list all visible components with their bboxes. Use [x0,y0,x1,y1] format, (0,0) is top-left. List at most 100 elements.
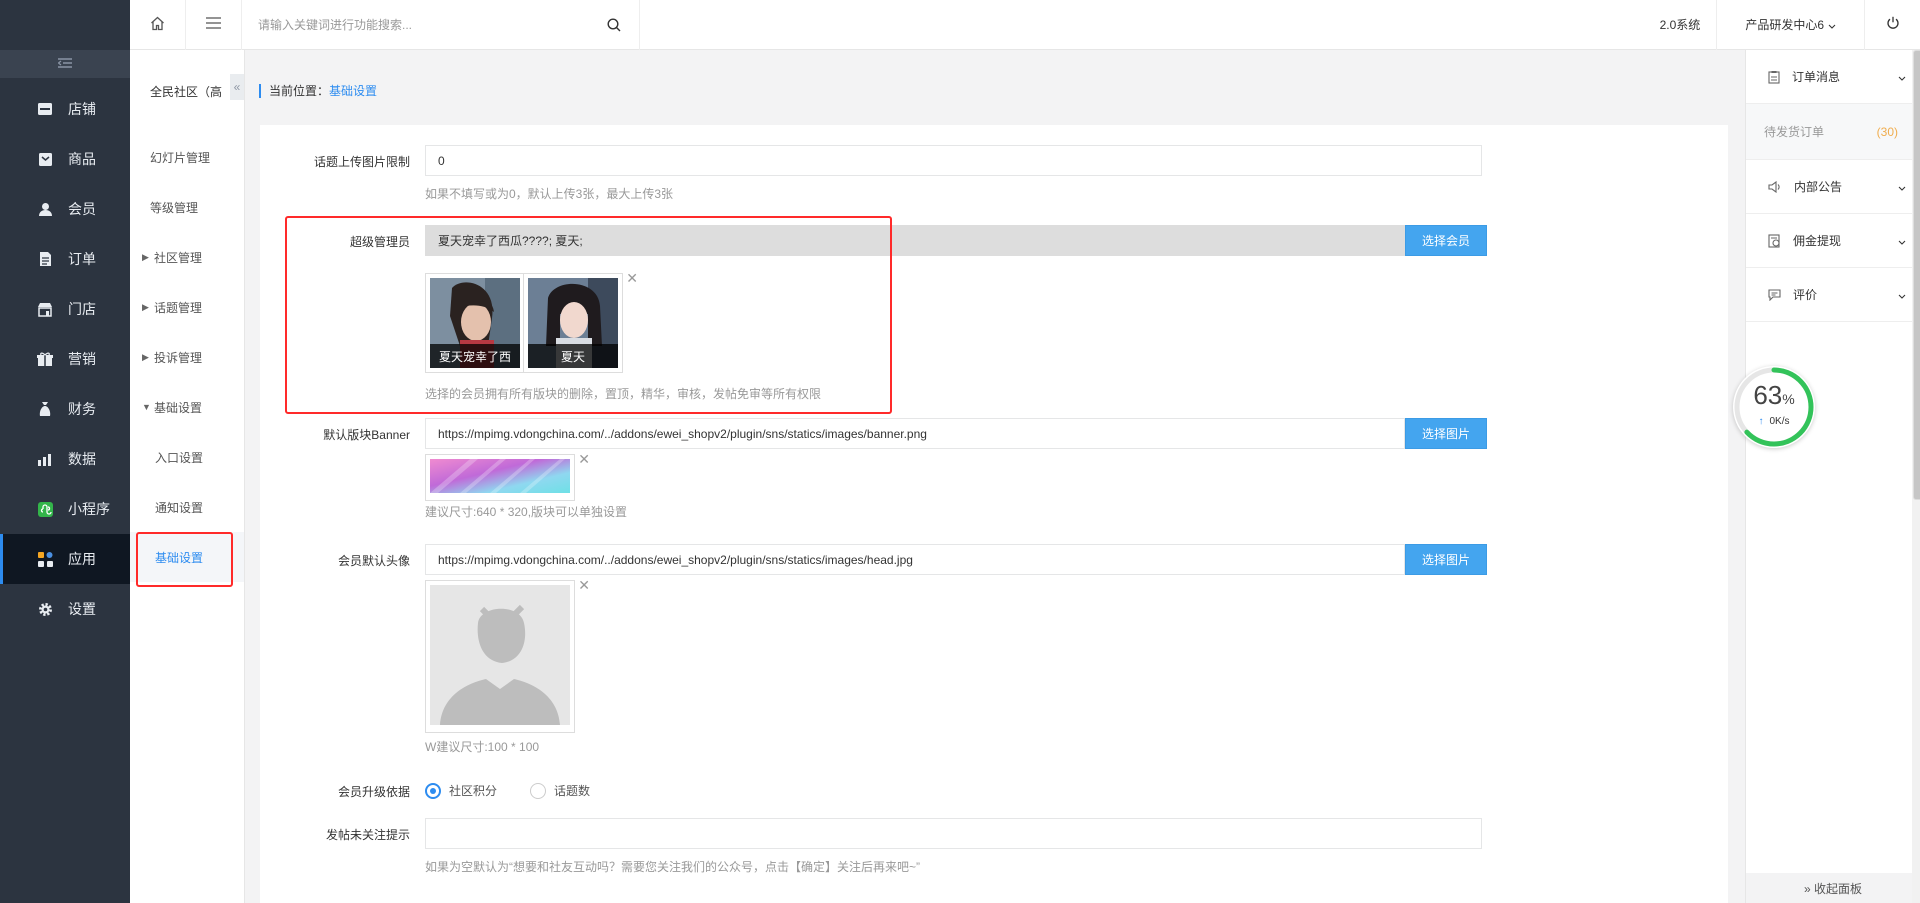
upload-limit-label: 话题上传图片限制 [313,155,410,169]
banner-image [430,459,570,493]
default-avatar-url-value: https://mpimg.vdongchina.com/../addons/e… [438,552,913,567]
reviews[interactable]: 评价 [1746,268,1920,322]
system-version[interactable]: 2.0系统 [1644,0,1717,50]
internal-notice[interactable]: 内部公告 [1746,160,1920,214]
follow-tip-input[interactable] [425,818,1482,849]
search-icon[interactable] [607,17,621,32]
search-input[interactable] [258,17,598,32]
sidebar-item-settings[interactable]: 设置 [0,584,130,634]
double-chevron-left-icon: « [233,80,241,94]
sidebar-collapse-button[interactable] [0,50,130,78]
logout-button[interactable] [1864,0,1920,50]
subnav-item-label: 话题管理 [154,300,203,315]
radio-button-checked[interactable] [425,782,441,799]
sidebar-item-label: 小程序 [68,501,110,517]
commission-withdrawal[interactable]: 佣金提现 [1746,214,1920,268]
network-rate: ↑ 0K/s [1733,416,1815,427]
member-thumb: 夏天宠幸了西 ✕ [425,271,540,373]
pending-shipment-orders[interactable]: 待发货订单 (30) [1746,104,1920,160]
scrollbar-thumb[interactable] [1913,50,1920,500]
default-avatar-preview: ✕ [425,578,590,733]
caret-down-icon: ▼ [142,402,151,412]
chevron-down-icon [1898,288,1906,302]
org-dropdown[interactable]: 产品研发中心6 [1716,0,1864,50]
close-icon[interactable]: ✕ [578,452,590,466]
subnav-item-levels[interactable]: 等级管理 [130,182,244,232]
super-admin-label: 超级管理员 [349,235,410,249]
sidebar-item-order[interactable]: 订单 [0,234,130,284]
menu-toggle-button[interactable] [186,0,242,50]
upload-limit-input[interactable]: 0 [425,145,1482,176]
subnav-title: 全民社区（高 « [130,50,244,132]
subnav-item-entry-settings[interactable]: 入口设置 [130,432,244,482]
marketing-icon [36,350,54,368]
breadcrumb-prefix: 当前位置： [269,84,330,98]
radio-topic-count[interactable]: 话题数 [530,782,590,799]
subnav-collapse-toggle[interactable]: « [230,74,244,100]
upload-limit-value: 0 [438,153,445,168]
subnav-item-community[interactable]: ▶ 社区管理 [130,232,244,282]
sidebar-item-member[interactable]: 会员 [0,184,130,234]
caret-right-icon: ▶ [142,251,149,262]
speaker-icon [1768,180,1782,193]
radio-button[interactable] [530,782,546,799]
system-version-label: 2.0系统 [1659,18,1701,32]
select-banner-image-button[interactable]: 选择图片 [1405,418,1487,449]
breadcrumb-current[interactable]: 基础设置 [329,84,377,98]
subnav-item-topics[interactable]: ▶ 话题管理 [130,282,244,332]
sidebar-item-store[interactable]: 店铺 [0,84,130,134]
select-image-button-label: 选择图片 [1421,553,1470,567]
banner-url-input[interactable]: https://mpimg.vdongchina.com/../addons/e… [425,418,1405,449]
sidebar-item-apps[interactable]: 应用 [0,534,130,584]
sidebar-item-miniprogram[interactable]: 小程序 [0,484,130,534]
page-scrollbar[interactable] [1912,50,1920,903]
clipboard-icon [1768,70,1780,84]
sidebar-item-data[interactable]: 数据 [0,434,130,484]
select-member-button-label: 选择会员 [1421,234,1470,248]
sidebar-item-goods[interactable]: 商品 [0,134,130,184]
internal-notice-label: 内部公告 [1794,180,1843,194]
default-avatar-image [430,585,570,725]
data-icon [36,450,54,468]
sidebar-item-finance[interactable]: 财务 [0,384,130,434]
close-icon[interactable]: ✕ [578,578,590,592]
commission-withdrawal-label: 佣金提现 [1793,234,1842,248]
collapse-menu-icon [57,57,72,71]
withdrawal-icon [1768,233,1781,248]
subnav-group-basic-settings[interactable]: ▼ 基础设置 [130,382,244,432]
select-avatar-image-button[interactable]: 选择图片 [1405,544,1487,575]
member-icon [36,200,54,218]
super-admin-input[interactable]: 夏天宠幸了西瓜????; 夏天; [425,225,1405,256]
subnav-item-label: 幻灯片管理 [150,150,211,165]
sidebar-item-shop[interactable]: 门店 [0,284,130,334]
sidebar-item-marketing[interactable]: 营销 [0,334,130,384]
subnav-title-text: 全民社区（高 [150,84,223,99]
subnav-item-label: 基础设置 [154,400,203,415]
radio-label: 社区积分 [449,784,498,798]
close-icon[interactable]: ✕ [626,271,638,285]
right-panel: 订单消息 待发货订单 (30) 内部公告 佣金提现 评价 » 收起面板 [1745,50,1920,903]
home-button[interactable] [130,0,186,50]
member-name: 夏天 [528,344,618,368]
subnav-item-notify-settings[interactable]: 通知设置 [130,482,244,532]
power-icon [1886,16,1900,33]
function-search [242,0,640,50]
collapse-panel-button[interactable]: » 收起面板 [1746,873,1920,903]
select-member-button[interactable]: 选择会员 [1405,225,1487,256]
radio-community-points[interactable]: 社区积分 [425,782,497,799]
subnav-item-slides[interactable]: 幻灯片管理 [130,132,244,182]
sidebar-item-label: 商品 [68,151,96,167]
subnav-item-label: 投诉管理 [154,350,203,365]
order-messages[interactable]: 订单消息 [1746,50,1920,104]
member-avatar: 夏天 [528,278,618,368]
subnav-item-complaints[interactable]: ▶ 投诉管理 [130,332,244,382]
subnav-item-label: 入口设置 [155,450,204,465]
subnav-item-basic-settings[interactable]: 基础设置 [130,532,244,582]
percent-unit: % [1782,391,1795,407]
arrow-up-icon: ↑ [1758,416,1764,427]
follow-tip-label: 发帖未关注提示 [325,828,410,842]
network-speed-widget[interactable]: 63% ↑ 0K/s [1733,366,1815,448]
main-content: 当前位置：基础设置 话题上传图片限制 0 如果不填写或为0，默认上传3张，最大上… [245,50,1745,903]
sidebar-item-label: 订单 [68,251,96,267]
default-avatar-url-input[interactable]: https://mpimg.vdongchina.com/../addons/e… [425,544,1405,575]
